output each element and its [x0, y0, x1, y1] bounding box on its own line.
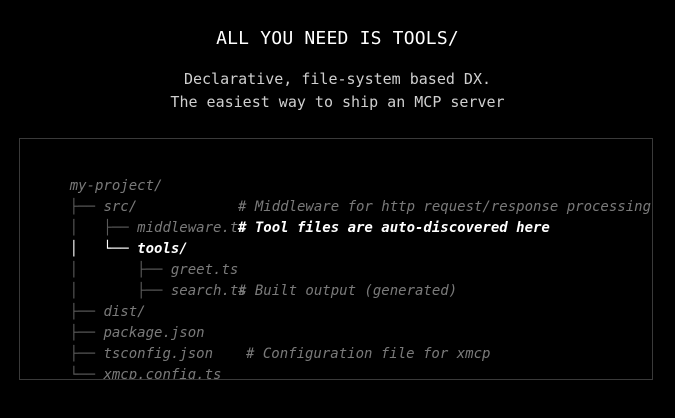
tree-line-tools: │ └── tools/ # Tool files are auto-disco…	[36, 218, 550, 257]
hero-subtitle-line-1: Declarative, file-system based DX.	[183, 70, 492, 88]
tree-line-xmcp-config: └── xmcp.config.ts # Configuration file …	[36, 344, 491, 379]
tree-line-dist: ├── dist/ # Built output (generated)	[36, 281, 457, 320]
tree-item-name: xmcp.config.ts	[103, 367, 222, 380]
hero-title: ALL YOU NEED IS TOOLS/	[216, 28, 459, 49]
tree-line-package-json: ├── package.json	[36, 302, 205, 341]
tree-comment: # Middleware for http request/response p…	[238, 199, 652, 215]
file-tree-panel: my-project/ ├── src/ │ ├── middleware.ts…	[19, 138, 653, 380]
tree-line-tsconfig-json: ├── tsconfig.json	[36, 323, 213, 362]
tree-item-name: search.ts	[170, 283, 247, 299]
tree-comment: # Configuration file for xmcp	[246, 346, 491, 362]
tree-line-greet: │ ├── greet.ts	[36, 239, 239, 278]
hero-subtitle-line-2: The easiest way to ship an MCP server	[170, 93, 505, 111]
tree-line-src: ├── src/	[36, 176, 137, 215]
tree-comment: # Built output (generated)	[238, 283, 458, 299]
tree-line-my-project: my-project/	[36, 155, 163, 194]
tree-line-search: │ ├── search.ts	[36, 260, 247, 299]
tree-branch: └──	[69, 367, 104, 380]
tree-line-middleware: │ ├── middleware.ts # Middleware for htt…	[36, 197, 651, 236]
tree-comment: # Tool files are auto-discovered here	[238, 220, 550, 236]
